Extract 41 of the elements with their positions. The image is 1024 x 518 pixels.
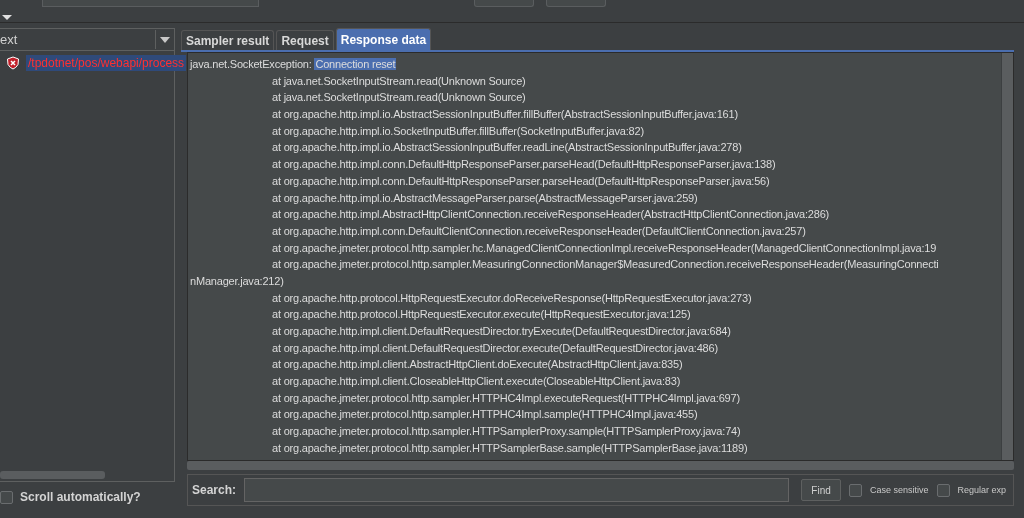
stack-trace-line: at org.apache.jmeter.protocol.http.sampler.hc.ManagedClientConnectionImpl.receiveResponseHeader(ManagedClientConnectionImpl.java:19	[272, 241, 937, 254]
stack-trace-line: at org.apache.http.impl.client.AbstractHttpClient.doExecute(AbstractHttpClient.java:835)	[272, 358, 683, 371]
stack-trace-line: at org.apache.http.protocol.HttpRequestExecutor.execute(HttpRequestExecutor.java:125)	[272, 308, 691, 321]
stack-trace-line: at java.net.SocketInputStream.read(Unknown Source)	[272, 74, 526, 87]
tab[interactable]: Sampler result	[181, 30, 275, 50]
column-dropdown[interactable]: ext	[0, 28, 175, 51]
stack-trace-line: at org.apache.jmeter.protocol.http.sampler.MeasuringConnectionManager$MeasuredConnection.receiveResponseHeader(MeasuringConnecti	[272, 258, 939, 271]
stack-trace-line: at org.apache.jmeter.protocol.http.sampler.HTTPSamplerBase.sample(HTTPSamplerBase.java:1189)	[272, 441, 748, 454]
stack-trace-line: at org.apache.http.impl.conn.DefaultHttpResponseParser.parseHead(DefaultHttpResponseParser.java:56)	[272, 174, 770, 187]
stack-trace-line: at org.apache.jmeter.protocol.http.sampler.HTTPSamplerProxy.sample(HTTPSamplerProxy.java:74)	[272, 425, 741, 438]
exception-text: java.net.SocketException:	[190, 58, 313, 70]
vertical-scrollbar[interactable]	[1001, 53, 1013, 460]
stack-trace-line: at org.apache.http.impl.client.DefaultRequestDirector.tryExecute(DefaultRequestDirector.java:684)	[272, 325, 731, 337]
stack-trace-line: at org.apache.http.protocol.HttpRequestExecutor.doReceiveResponse(HttpRequestExecutor.java:273)	[272, 291, 752, 304]
tab[interactable]: Response data	[335, 28, 432, 50]
stack-trace-line: at java.net.SocketInputStream.read(Unknown Source)	[272, 91, 526, 104]
stack-trace-line: at org.apache.jmeter.protocol.http.sampler.HTTPHC4Impl.executeRequest(HTTPHC4Impl.java:697)	[272, 391, 740, 404]
tab[interactable]: Request	[276, 30, 334, 50]
error-shield-icon	[6, 56, 20, 70]
stack-trace-line: at org.apache.http.impl.io.AbstractMessageParser.parse(AbstractMessageParser.java:259)	[272, 191, 698, 204]
find-button[interactable]: Find	[801, 479, 842, 501]
checkbox-label: Case sensitive	[870, 485, 929, 495]
search-label: Search:	[192, 483, 237, 497]
search-field[interactable]	[244, 478, 790, 502]
stack-trace-line: at org.apache.http.impl.client.DefaultRequestDirector.execute(DefaultRequestDirector.java:486)	[272, 341, 718, 354]
stack-trace-line: at org.apache.http.impl.conn.DefaultHttpResponseParser.parseHead(DefaultHttpResponseParser.java:138)	[272, 158, 776, 171]
stack-trace-line: at org.apache.http.impl.io.AbstractSessionInputBuffer.fillBuffer(AbstractSessionInputBuffer.java:161)	[272, 108, 738, 121]
checkbox[interactable]	[0, 490, 13, 504]
stack-trace-line: at org.apache.http.impl.conn.DefaultClientConnection.receiveResponseHeader(DefaultClientConnection.java:257)	[272, 224, 806, 237]
checkbox[interactable]	[936, 483, 950, 497]
checkbox-label: Scroll automatically?	[20, 490, 141, 504]
selected-text: Connection reset	[314, 58, 397, 70]
stack-trace-line: at org.apache.http.impl.io.AbstractSessionInputBuffer.readLine(AbstractSessionInputBuffer.java:278)	[272, 141, 742, 154]
stack-trace-line: at org.apache.http.impl.client.CloseableHttpClient.execute(CloseableHttpClient.java:83)	[272, 375, 681, 388]
stack-trace-line: at org.apache.http.impl.io.SocketInputBuffer.fillBuffer(SocketInputBuffer.java:82)	[272, 124, 644, 137]
collapse-arrow-icon[interactable]	[2, 15, 12, 20]
checkbox[interactable]	[849, 483, 863, 497]
stack-trace-line: at org.apache.jmeter.protocol.http.sampler.HTTPHC4Impl.sample(HTTPHC4Impl.java:455)	[272, 408, 698, 421]
stack-trace-line: at org.apache.http.impl.AbstractHttpClientConnection.receiveResponseHeader(AbstractHttpClientConnection.java:286)	[272, 208, 830, 221]
checkbox-label: Regular exp	[957, 485, 1007, 495]
stack-trace-line: nManager.java:212)	[190, 274, 284, 287]
